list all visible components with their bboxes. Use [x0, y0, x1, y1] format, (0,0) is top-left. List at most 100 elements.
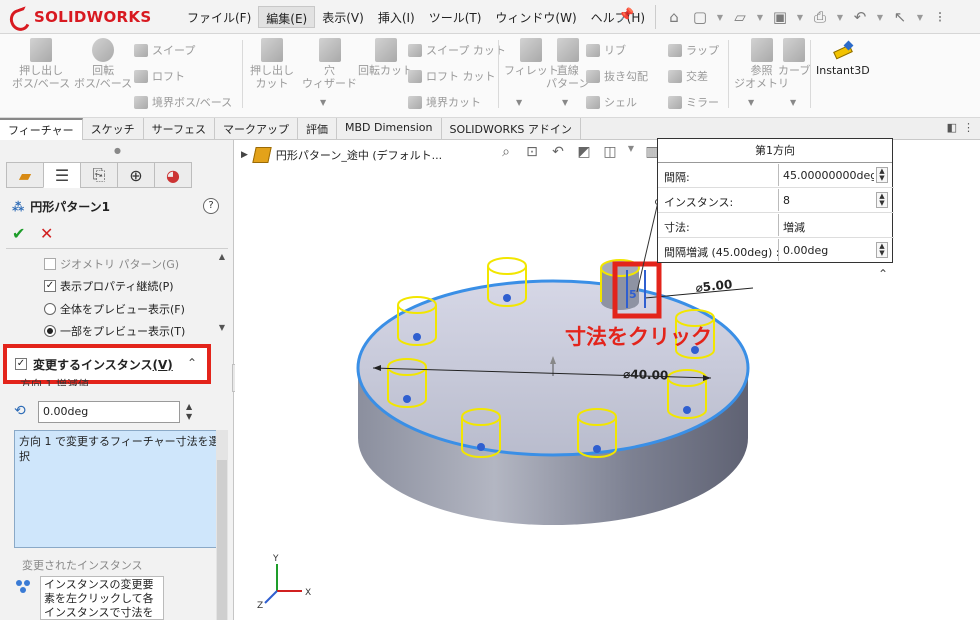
feature-manager-tab[interactable]: ▰: [6, 162, 44, 188]
options-icon[interactable]: ⋮: [963, 121, 974, 134]
chevron-down-icon[interactable]: ▼: [756, 13, 764, 22]
partial-preview-option[interactable]: 一部をプレビュー表示(T): [44, 323, 185, 339]
options-scrollbar[interactable]: ▲ ▼: [216, 252, 228, 342]
scroll-up-icon[interactable]: ▲: [216, 252, 228, 261]
cancel-button[interactable]: ✕: [40, 224, 53, 243]
extrude-cut-button[interactable]: 押し出し カット: [250, 38, 294, 90]
configuration-manager-tab[interactable]: ⎘: [80, 162, 118, 188]
chevron-down-icon[interactable]: ▼: [627, 144, 635, 162]
splitter-handle[interactable]: ●: [114, 146, 121, 155]
chevron-down-icon[interactable]: ▼: [562, 98, 568, 107]
spacing-increment-input[interactable]: 0.00deg: [778, 239, 874, 261]
tab-evaluate[interactable]: 評価: [298, 118, 338, 140]
save-icon[interactable]: ▣: [770, 8, 790, 26]
property-manager-tab[interactable]: ☰: [43, 162, 81, 188]
chevron-down-icon[interactable]: ▼: [748, 98, 754, 107]
extrude-boss-button[interactable]: 押し出し ボス/ベース: [12, 38, 70, 90]
loft-cut-button[interactable]: ロフト カット: [408, 68, 496, 84]
instances-to-vary-checkbox[interactable]: ✓: [15, 358, 27, 370]
previous-view-icon[interactable]: ↶: [549, 144, 567, 162]
tab-addins[interactable]: SOLIDWORKS アドイン: [442, 118, 581, 140]
chevron-down-icon[interactable]: ▼: [790, 98, 796, 107]
feature-tree-flyout[interactable]: ▶ 円形パターン_途中 (デフォルト...: [241, 147, 442, 163]
spin-icon[interactable]: ▲ ▼: [876, 242, 888, 258]
select-icon[interactable]: ↖: [890, 8, 910, 26]
scroll-thumb[interactable]: [217, 460, 227, 620]
chevron-down-icon[interactable]: ▼: [716, 13, 724, 22]
revolve-cut-button[interactable]: 回転カット: [358, 38, 413, 77]
chevron-up-icon[interactable]: ⌃: [878, 267, 888, 281]
menu-file[interactable]: ファイル(F): [180, 6, 258, 28]
dimxpert-manager-tab[interactable]: ⊕: [117, 162, 155, 188]
dimension-selection-box[interactable]: 方向 1 で変更するフィーチャー寸法を選択: [14, 430, 228, 548]
chevron-down-icon[interactable]: ▼: [516, 98, 522, 107]
geometry-pattern-checkbox[interactable]: [44, 258, 56, 270]
graphics-area[interactable]: ⌀40.00 ⌀5.00 5 Y X Z ▶ 円形パターン_途中 (デフォルト.…: [235, 138, 980, 620]
curves-button[interactable]: カーブ: [778, 38, 810, 77]
sweep-cut-button[interactable]: スイープ カット: [408, 42, 506, 58]
menu-tools[interactable]: ツール(T): [422, 6, 489, 28]
sweep-button[interactable]: スイープ: [134, 42, 195, 58]
loft-button[interactable]: ロフト: [134, 68, 185, 84]
full-preview-radio[interactable]: [44, 303, 56, 315]
boundary-boss-button[interactable]: 境界ボス/ベース: [134, 94, 232, 110]
print-icon[interactable]: ⎙: [810, 8, 830, 26]
zoom-to-area-icon[interactable]: ⊡: [523, 144, 541, 162]
spin-icon[interactable]: ▲ ▼: [876, 192, 888, 208]
draft-button[interactable]: 抜き勾配: [586, 68, 648, 84]
menu-view[interactable]: 表示(V): [315, 6, 371, 28]
menu-edit[interactable]: 編集(E): [258, 6, 316, 28]
tab-markup[interactable]: マークアップ: [215, 118, 299, 140]
ok-button[interactable]: ✔: [12, 224, 25, 243]
tab-surfaces[interactable]: サーフェス: [144, 118, 216, 140]
instant3d-button[interactable]: Instant3D: [816, 40, 870, 77]
zoom-to-fit-icon[interactable]: ⌕: [497, 144, 515, 162]
chevron-down-icon[interactable]: ▼: [916, 13, 924, 22]
tab-sketch[interactable]: スケッチ: [83, 118, 144, 140]
home-icon[interactable]: ⌂: [664, 8, 684, 26]
new-document-icon[interactable]: ▢: [690, 8, 710, 26]
chevron-down-icon[interactable]: ▼: [320, 98, 326, 107]
intersect-button[interactable]: 交差: [668, 68, 708, 84]
full-preview-option[interactable]: 全体をプレビュー表示(F): [44, 301, 185, 317]
spacing-input[interactable]: 45.00000000deg: [778, 164, 874, 186]
seed-feature[interactable]: [600, 259, 640, 310]
shell-button[interactable]: シェル: [586, 94, 637, 110]
menu-insert[interactable]: 挿入(I): [371, 6, 422, 28]
revolve-boss-button[interactable]: 回転 ボス/ベース: [74, 38, 132, 90]
open-icon[interactable]: ▱: [730, 8, 750, 26]
expand-arrow-icon[interactable]: ▶: [241, 150, 248, 160]
wrap-button[interactable]: ラップ: [668, 42, 719, 58]
view-orientation-icon[interactable]: ◫: [601, 144, 619, 162]
solidworks-logo[interactable]: SOLIDWORKS: [8, 5, 151, 29]
hole-wizard-button[interactable]: 穴 ウィザード: [302, 38, 357, 90]
chevron-down-icon[interactable]: ▼: [796, 13, 804, 22]
boundary-cut-button[interactable]: 境界カット: [408, 94, 481, 110]
menu-window[interactable]: ウィンドウ(W): [488, 6, 583, 28]
collapse-panel-icon[interactable]: ◧: [947, 121, 957, 134]
help-icon[interactable]: ?: [203, 198, 219, 214]
increment-spinner[interactable]: ▲ ▼: [186, 402, 192, 422]
section-view-icon[interactable]: ◩: [575, 144, 593, 162]
display-manager-tab[interactable]: ◕: [154, 162, 192, 188]
changed-instances-list[interactable]: インスタンスの変更要素を左クリックして各インスタンスで寸法を上書きします。: [40, 576, 164, 620]
rib-button[interactable]: リブ: [586, 42, 626, 58]
dimension-mode[interactable]: 増減: [778, 214, 874, 236]
partial-preview-radio[interactable]: [44, 325, 56, 337]
instances-input[interactable]: 8: [778, 189, 874, 211]
tab-mbd-dimension[interactable]: MBD Dimension: [337, 118, 442, 140]
propagate-visual-checkbox[interactable]: ✓: [44, 280, 56, 292]
propagate-visual-option[interactable]: ✓ 表示プロパティ継続(P): [44, 278, 174, 294]
chevron-up-icon[interactable]: ⌃: [187, 356, 197, 370]
panel-scrollbar[interactable]: [216, 430, 228, 620]
chevron-down-icon[interactable]: ▼: [876, 13, 884, 22]
geometry-pattern-option[interactable]: ジオメトリ パターン(G): [44, 256, 179, 272]
undo-icon[interactable]: ↶: [850, 8, 870, 26]
linear-pattern-button[interactable]: 直線 パターン: [546, 38, 589, 90]
scroll-down-icon[interactable]: ▼: [216, 323, 228, 332]
mirror-button[interactable]: ミラー: [668, 94, 719, 110]
pin-icon[interactable]: 📌: [618, 8, 634, 23]
spin-icon[interactable]: ▲ ▼: [876, 167, 888, 183]
increment-input[interactable]: 0.00deg: [38, 401, 180, 423]
chevron-down-icon[interactable]: ▼: [836, 13, 844, 22]
